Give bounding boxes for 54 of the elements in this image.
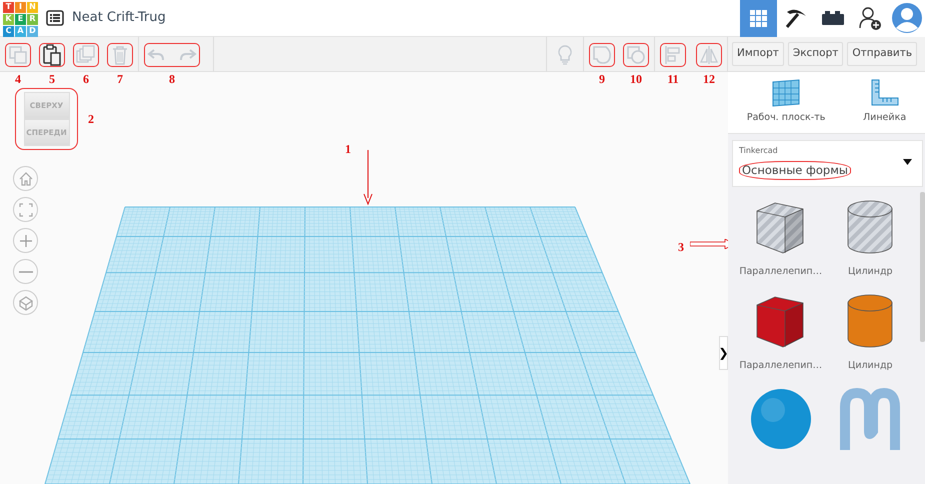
- callout-number: 6: [83, 72, 89, 86]
- bricks-icon: [820, 10, 844, 26]
- lightbulb-icon: [557, 44, 573, 64]
- shape-library-dropdown[interactable]: Tinkercad Основные формы: [732, 140, 923, 187]
- home-button[interactable]: [13, 166, 38, 191]
- shape-tile[interactable]: Цилиндр: [826, 199, 915, 280]
- callout-number: 5: [49, 72, 55, 86]
- fit-view-button[interactable]: [13, 197, 38, 222]
- list-icon[interactable]: [46, 10, 64, 26]
- add-user-icon: [858, 6, 882, 30]
- action-button[interactable]: Экспорт: [788, 42, 844, 66]
- ungroup-icon: [626, 44, 646, 64]
- perspective-cube-button[interactable]: [13, 290, 38, 315]
- paste-icon: [42, 44, 62, 66]
- perspective-cube-icon: [16, 294, 34, 312]
- action-button[interactable]: Импорт: [732, 42, 784, 66]
- callout-number: 1: [345, 142, 351, 157]
- callout-number: 7: [117, 72, 123, 86]
- callout-number: 4: [15, 72, 21, 86]
- callout-number: 10: [630, 72, 642, 86]
- align-icon: [664, 44, 682, 64]
- arrow-icon: [690, 239, 728, 249]
- dropdown-value: Основные формы: [739, 161, 851, 180]
- ruler-icon: [870, 79, 900, 108]
- callout-number: 2: [88, 112, 94, 127]
- zoom-in-button[interactable]: [13, 228, 38, 253]
- ruler-tool[interactable]: Линейка: [857, 78, 912, 127]
- workplane-icon: [771, 79, 802, 108]
- shape-tile[interactable]: Параллелепип…: [736, 293, 826, 374]
- shape-tile[interactable]: Параллелепип…: [736, 199, 826, 280]
- design-title[interactable]: Neat Crift-Trug: [72, 8, 166, 28]
- copy-icon: [8, 44, 28, 64]
- group-icon: [592, 44, 612, 64]
- grid-icon: [750, 10, 767, 26]
- callout-number: 8: [169, 72, 175, 86]
- scrollbar[interactable]: [920, 192, 925, 342]
- arrow-icon: [363, 150, 373, 206]
- callout-number: 11: [667, 72, 679, 86]
- callout-number: 9: [599, 72, 605, 86]
- caret-icon: [903, 159, 912, 165]
- duplicate-icon: [76, 44, 96, 64]
- shape-tile[interactable]: Цилиндр: [826, 293, 915, 374]
- callout-number: 12: [703, 72, 715, 86]
- trash-icon: [111, 44, 129, 64]
- mirror-icon: [699, 44, 719, 64]
- logo: T I N K E R C A D: [3, 2, 38, 36]
- collapse-button[interactable]: ❯: [719, 336, 728, 370]
- fit-view-icon: [16, 200, 34, 218]
- callout-number: 3: [678, 240, 684, 255]
- avatar-icon: [892, 3, 922, 33]
- workplane-tool[interactable]: Рабоч. плоск-ть: [740, 78, 832, 127]
- zoom-out-button[interactable]: [13, 259, 38, 284]
- action-button[interactable]: Отправить: [847, 42, 918, 66]
- dropdown-caption: Tinkercad: [739, 145, 779, 157]
